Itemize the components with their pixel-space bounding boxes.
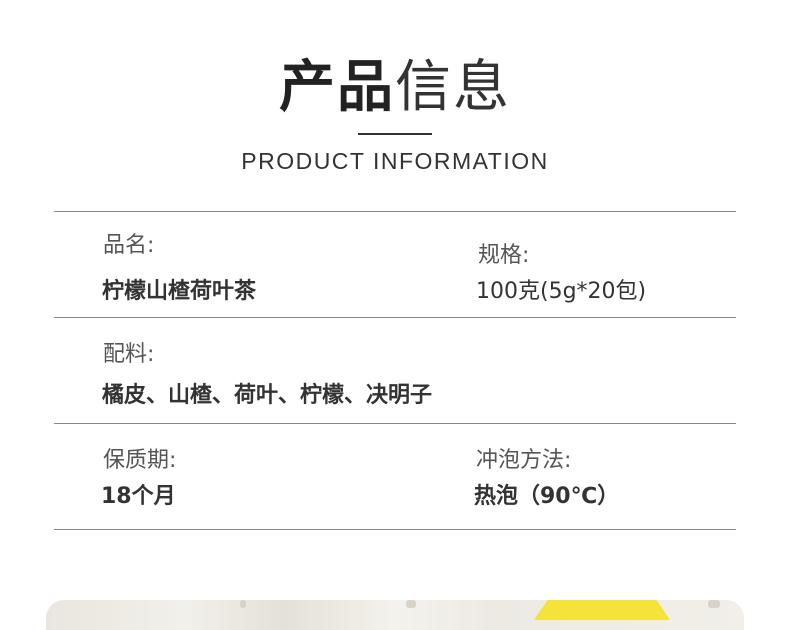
divider-top	[54, 211, 736, 212]
photo-detail	[708, 600, 720, 608]
photo-detail	[406, 600, 416, 608]
ingredients-label: 配料:	[103, 342, 155, 367]
ingredients-value: 橘皮、山楂、荷叶、柠檬、决明子	[102, 383, 433, 408]
shelf-life-label: 保质期:	[103, 448, 177, 473]
brew-method-label: 冲泡方法:	[476, 448, 572, 473]
title-bold: 产品	[279, 55, 395, 120]
lemon-slice-image	[534, 600, 670, 620]
product-name-label: 品名:	[103, 233, 155, 258]
spec-value: 100克(5g*20包)	[476, 279, 647, 304]
page-title: 产品信息	[0, 52, 790, 124]
title-light: 信息	[395, 55, 511, 120]
product-name-value: 柠檬山楂荷叶茶	[102, 279, 257, 304]
divider-bottom	[54, 529, 736, 530]
spec-label: 规格:	[478, 243, 530, 268]
divider-1	[54, 317, 736, 318]
page-subtitle: PRODUCT INFORMATION	[241, 148, 549, 174]
brew-method-value: 热泡（90℃）	[474, 484, 620, 509]
shelf-life-value: 18个月	[101, 484, 176, 509]
product-photo-edge	[46, 600, 744, 630]
divider-2	[54, 423, 736, 424]
title-underline	[358, 133, 432, 135]
photo-detail	[240, 600, 246, 608]
